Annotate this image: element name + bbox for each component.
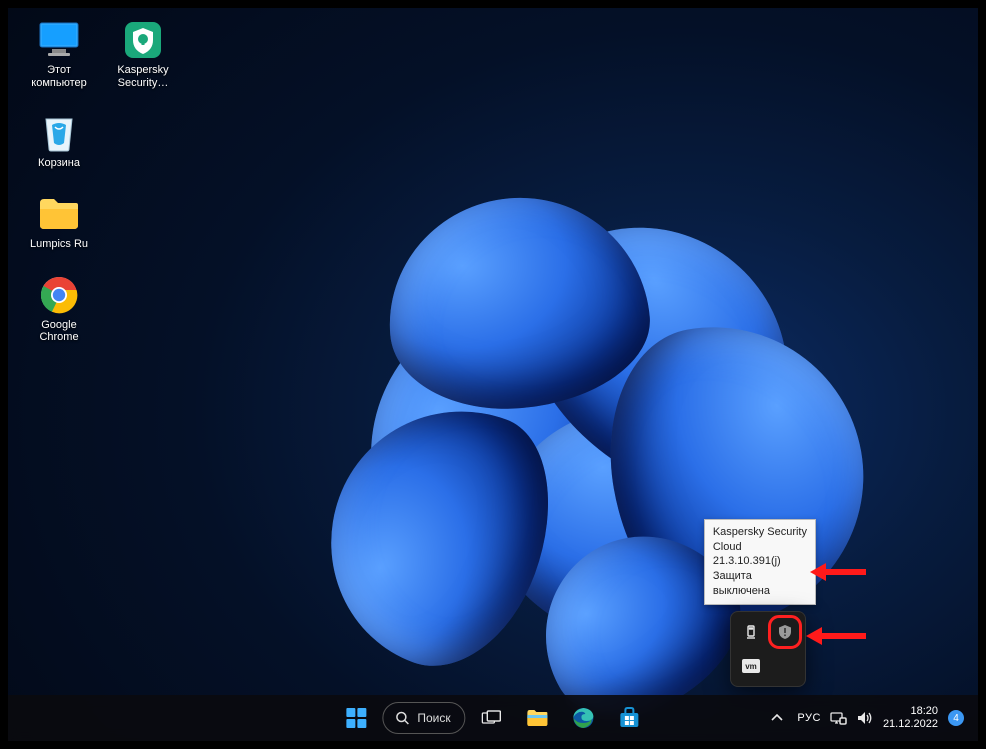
- language-indicator[interactable]: РУС: [797, 712, 821, 724]
- tray-item-usb[interactable]: [739, 620, 763, 644]
- desktop-icon-this-pc[interactable]: Этот компьютер: [24, 20, 94, 89]
- taskbar-pinned-explorer[interactable]: [518, 698, 558, 738]
- clock-date: 21.12.2022: [883, 718, 938, 731]
- chrome-icon: [37, 275, 81, 315]
- desktop-screen: Этот компьютер Корзина Lumpics Ru Google…: [4, 4, 982, 745]
- task-view-icon: [482, 710, 502, 726]
- desktop-icon-label: Этот компьютер: [31, 64, 86, 89]
- desktop-icon-label: Kaspersky Security…: [117, 64, 168, 89]
- tray-overflow-chevron[interactable]: [767, 710, 787, 726]
- desktop-icon-label: Lumpics Ru: [30, 238, 88, 251]
- chevron-up-icon: [771, 714, 783, 722]
- annotation-arrow: [806, 627, 866, 645]
- kaspersky-alert-icon: [777, 624, 793, 640]
- vmware-icon: vm: [742, 659, 760, 673]
- annotation-arrow: [810, 563, 866, 581]
- svg-text:vm: vm: [745, 662, 757, 671]
- desktop-icons: Этот компьютер Корзина Lumpics Ru Google…: [24, 20, 178, 344]
- notification-center-badge[interactable]: 4: [948, 710, 964, 726]
- taskbar-clock[interactable]: 18:20 21.12.2022: [883, 705, 938, 731]
- volume-status[interactable]: [857, 710, 873, 726]
- kaspersky-tray-tooltip: Kaspersky Security Cloud 21.3.10.391(j) …: [704, 519, 816, 605]
- usb-eject-icon: [743, 624, 759, 640]
- network-icon: [830, 711, 847, 726]
- taskbar-search[interactable]: Поиск: [382, 702, 465, 734]
- tray-item-kaspersky[interactable]: [773, 620, 797, 644]
- folder-icon: [37, 194, 81, 234]
- microsoft-store-icon: [619, 707, 641, 729]
- system-tray-overflow: vm: [730, 611, 806, 687]
- clock-time: 18:20: [883, 705, 938, 718]
- windows-start-icon: [345, 707, 367, 729]
- taskbar: Поиск: [8, 695, 978, 741]
- network-status[interactable]: [831, 710, 847, 726]
- desktop-icon-label: Корзина: [38, 157, 80, 170]
- taskbar-pinned-edge[interactable]: [564, 698, 604, 738]
- taskbar-pinned-store[interactable]: [610, 698, 650, 738]
- desktop-icon-chrome[interactable]: Google Chrome: [24, 275, 94, 344]
- task-view-button[interactable]: [472, 698, 512, 738]
- search-icon: [395, 711, 409, 725]
- desktop-icon-label: Google Chrome: [39, 319, 78, 344]
- kaspersky-shield-icon: [121, 20, 165, 60]
- wallpaper-bloom: [168, 128, 982, 708]
- tray-item-vmware[interactable]: vm: [739, 654, 763, 678]
- desktop-icon-kaspersky[interactable]: Kaspersky Security…: [108, 20, 178, 89]
- search-label: Поиск: [417, 711, 450, 725]
- edge-icon: [573, 707, 595, 729]
- speaker-icon: [857, 711, 873, 725]
- recycle-bin-icon: [37, 113, 81, 153]
- file-explorer-icon: [527, 709, 549, 727]
- desktop-icon-folder-lumpics[interactable]: Lumpics Ru: [24, 194, 94, 251]
- start-button[interactable]: [336, 698, 376, 738]
- desktop-icon-recycle-bin[interactable]: Корзина: [24, 113, 94, 170]
- monitor-icon: [37, 20, 81, 60]
